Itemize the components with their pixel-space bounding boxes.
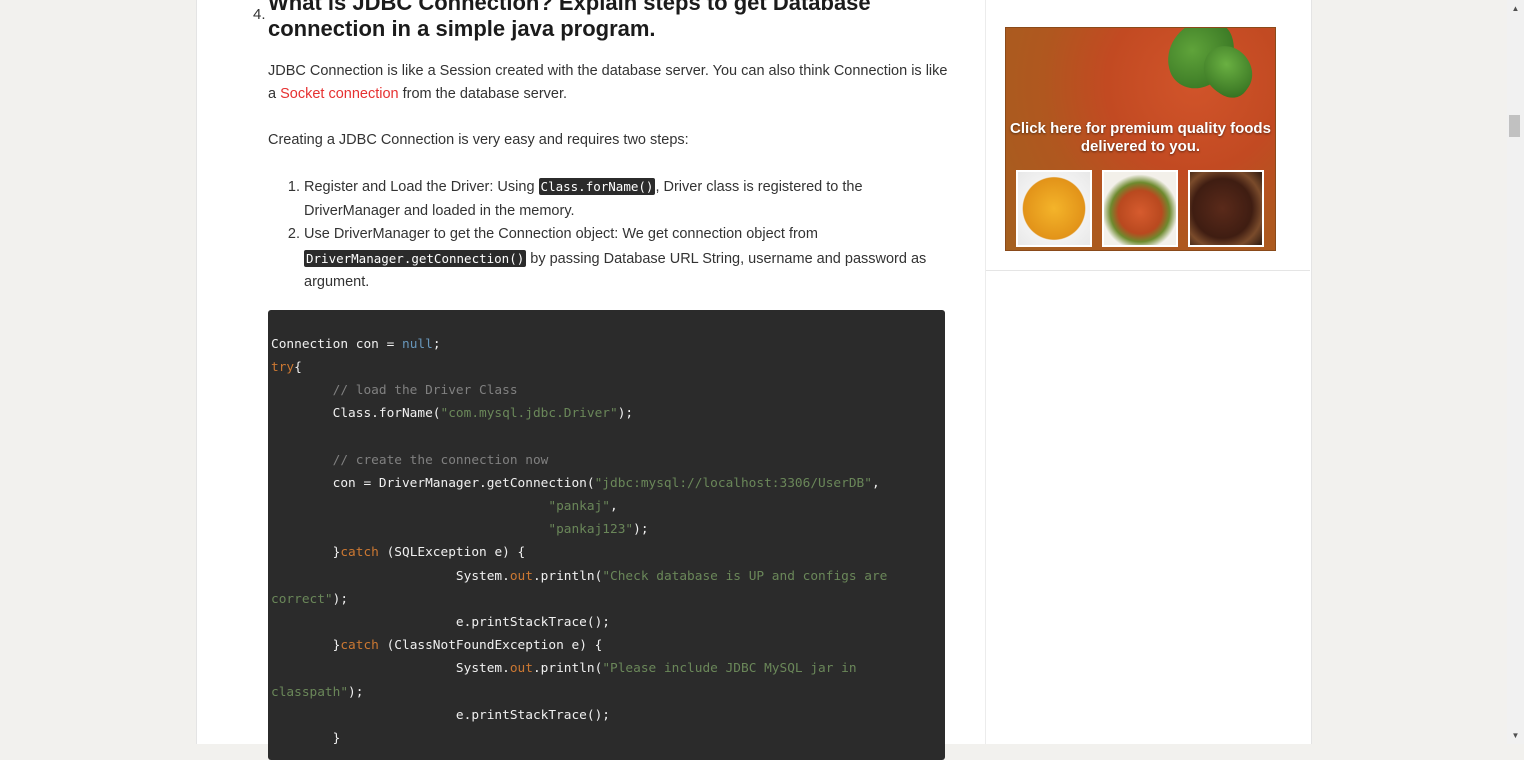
article-content: 4. What is JDBC Connection? Explain step… bbox=[268, 0, 952, 760]
advertisement-banner[interactable]: Click here for premium quality foods del… bbox=[1005, 27, 1276, 251]
code-token: e.printStackTrace(); bbox=[271, 615, 610, 630]
intro-paragraph: JDBC Connection is like a Session create… bbox=[268, 60, 952, 106]
code-line: }catch (SQLException e) { bbox=[271, 541, 943, 564]
code-token: } bbox=[271, 638, 340, 653]
scrollbar[interactable]: ▲ ▼ bbox=[1507, 0, 1524, 744]
code-token bbox=[271, 383, 333, 398]
code-token bbox=[271, 453, 333, 468]
steps-list: Register and Load the Driver: Using Clas… bbox=[268, 175, 952, 295]
code-line: Connection con = null; bbox=[271, 333, 943, 356]
code-line: System.out.println("Please include JDBC … bbox=[271, 657, 943, 680]
code-token: (ClassNotFoundException e) { bbox=[379, 638, 602, 653]
code-line: }catch (ClassNotFoundException e) { bbox=[271, 634, 943, 657]
code-line: try{ bbox=[271, 356, 943, 379]
code-token: "Check database is UP and configs are bbox=[602, 569, 887, 584]
code-token: .println( bbox=[533, 661, 602, 676]
code-token: catch bbox=[340, 545, 379, 560]
code-line: // load the Driver Class bbox=[271, 379, 943, 402]
code-line: // create the connection now bbox=[271, 449, 943, 472]
code-block: Connection con = null;try{ // load the D… bbox=[268, 310, 945, 760]
code-token: Connection con = bbox=[271, 337, 402, 352]
step-text-pre: Use DriverManager to get the Connection … bbox=[304, 226, 818, 242]
code-token: ); bbox=[333, 592, 348, 607]
code-token: "jdbc:mysql://localhost:3306/UserDB" bbox=[595, 476, 872, 491]
inline-code: DriverManager.getConnection() bbox=[304, 250, 526, 267]
code-token: Class.forName( bbox=[271, 406, 441, 421]
code-line: "pankaj", bbox=[271, 495, 943, 518]
code-line: System.out.println("Check database is UP… bbox=[271, 565, 943, 588]
code-line: correct"); bbox=[271, 588, 943, 611]
code-token: catch bbox=[340, 638, 379, 653]
code-token: ); bbox=[348, 685, 363, 700]
ad-text: Click here for premium quality foods del… bbox=[1006, 120, 1275, 156]
question-heading-wrap: 4. What is JDBC Connection? Explain step… bbox=[268, 0, 952, 42]
code-token: e.printStackTrace(); bbox=[271, 708, 610, 723]
food-thumbnail-mac-cheese bbox=[1016, 170, 1092, 247]
code-line: e.printStackTrace(); bbox=[271, 611, 943, 634]
code-token: out bbox=[510, 569, 533, 584]
question-title: What is JDBC Connection? Explain steps t… bbox=[268, 0, 952, 42]
code-token: con = DriverManager.getConnection( bbox=[271, 476, 595, 491]
triangle-down-icon[interactable]: ▼ bbox=[1507, 727, 1524, 744]
step-text-pre: Register and Load the Driver: Using bbox=[304, 179, 539, 195]
code-token: "com.mysql.jdbc.Driver" bbox=[441, 406, 618, 421]
code-token: , bbox=[872, 476, 880, 491]
code-token: ); bbox=[618, 406, 633, 421]
code-token: System. bbox=[271, 661, 510, 676]
code-token: } bbox=[271, 545, 340, 560]
code-line: Class.forName("com.mysql.jdbc.Driver"); bbox=[271, 402, 943, 425]
code-token: "pankaj" bbox=[548, 499, 610, 514]
code-line: } bbox=[271, 727, 943, 750]
code-token: "Please include JDBC MySQL jar in bbox=[602, 661, 856, 676]
code-token: { bbox=[294, 360, 302, 375]
scrollbar-thumb[interactable] bbox=[1509, 115, 1520, 137]
food-thumbnail-beef bbox=[1188, 170, 1264, 247]
code-token: "pankaj123" bbox=[548, 522, 633, 537]
code-token: null bbox=[402, 337, 433, 352]
steps-intro: Creating a JDBC Connection is very easy … bbox=[268, 129, 952, 152]
code-line: con = DriverManager.getConnection("jdbc:… bbox=[271, 472, 943, 495]
code-line: classpath"); bbox=[271, 681, 943, 704]
socket-connection-link[interactable]: Socket connection bbox=[280, 86, 399, 102]
code-token: // load the Driver Class bbox=[333, 383, 518, 398]
inline-code: Class.forName() bbox=[539, 178, 656, 195]
triangle-up-icon[interactable]: ▲ bbox=[1507, 0, 1524, 17]
question-number: 4. bbox=[253, 6, 266, 23]
code-token: try bbox=[271, 360, 294, 375]
code-token: out bbox=[510, 661, 533, 676]
food-thumbnail-vegetables bbox=[1102, 170, 1178, 247]
code-token: , bbox=[610, 499, 618, 514]
code-token bbox=[271, 522, 548, 537]
code-token: (SQLException e) { bbox=[379, 545, 525, 560]
code-token: classpath" bbox=[271, 685, 348, 700]
code-line bbox=[271, 425, 943, 448]
code-token: correct" bbox=[271, 592, 333, 607]
intro-text-2: from the database server. bbox=[399, 86, 567, 102]
code-token: ; bbox=[433, 337, 441, 352]
code-line: e.printStackTrace(); bbox=[271, 704, 943, 727]
list-item: Use DriverManager to get the Connection … bbox=[304, 223, 952, 295]
code-token: .println( bbox=[533, 569, 602, 584]
list-item: Register and Load the Driver: Using Clas… bbox=[304, 175, 952, 223]
code-line: "pankaj123"); bbox=[271, 518, 943, 541]
code-token: // create the connection now bbox=[333, 453, 549, 468]
code-token: System. bbox=[271, 569, 510, 584]
code-token bbox=[271, 499, 548, 514]
code-token: ); bbox=[633, 522, 648, 537]
